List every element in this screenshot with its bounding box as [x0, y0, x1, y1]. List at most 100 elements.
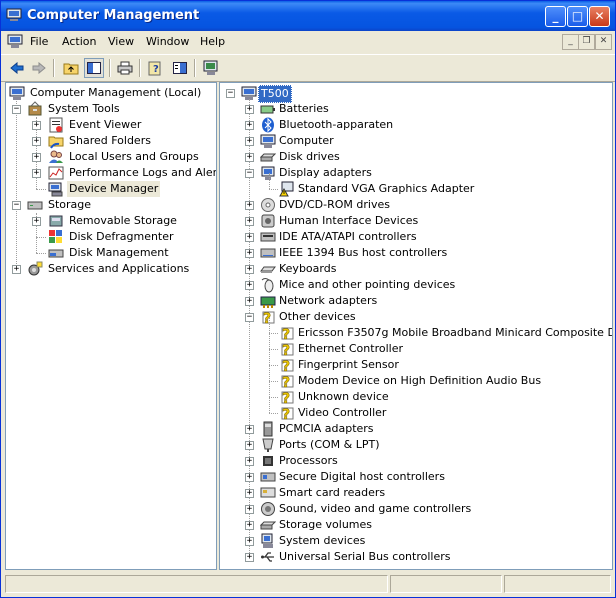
- device-category[interactable]: + Secure Digital host controllers: [220, 469, 612, 485]
- collapse-toggle[interactable]: −: [226, 89, 235, 98]
- tree-item-storage[interactable]: − Storage: [6, 197, 216, 213]
- title-bar[interactable]: Computer Management _ □ ✕: [1, 1, 615, 31]
- device-category[interactable]: + DVD/CD-ROM drives: [220, 197, 612, 213]
- expand-toggle[interactable]: +: [245, 265, 254, 274]
- help-button[interactable]: ?: [146, 58, 166, 78]
- expand-toggle[interactable]: +: [245, 153, 254, 162]
- show-hide-console-tree-button[interactable]: [84, 58, 104, 78]
- expand-toggle[interactable]: +: [245, 457, 254, 466]
- device-category[interactable]: + Processors: [220, 453, 612, 469]
- tree-item-disk-management[interactable]: Disk Management: [6, 245, 216, 261]
- expand-toggle[interactable]: +: [245, 505, 254, 514]
- expand-toggle[interactable]: +: [32, 169, 41, 178]
- tree-item-root[interactable]: Computer Management (Local): [6, 85, 216, 101]
- expand-toggle[interactable]: +: [245, 249, 254, 258]
- expand-toggle[interactable]: +: [245, 441, 254, 450]
- device-item[interactable]: ? Video Controller: [220, 397, 612, 421]
- device-category[interactable]: − Display adapters: [220, 165, 612, 181]
- maximize-button[interactable]: □: [567, 6, 588, 27]
- scan-hardware-button[interactable]: [201, 58, 221, 78]
- properties-button[interactable]: [170, 58, 190, 78]
- console-tree-pane[interactable]: Computer Management (Local) − System Too…: [5, 82, 217, 570]
- mdi-close-button[interactable]: ✕: [595, 34, 612, 50]
- menu-file[interactable]: File: [30, 35, 48, 48]
- collapse-toggle[interactable]: −: [12, 105, 21, 114]
- device-category[interactable]: + PCMCIA adapters: [220, 421, 612, 437]
- device-category[interactable]: + IEEE 1394 Bus host controllers: [220, 245, 612, 261]
- expand-toggle[interactable]: +: [245, 105, 254, 114]
- tree-item-local-users-groups[interactable]: + Local Users and Groups: [6, 149, 216, 165]
- services-icon: [28, 261, 43, 276]
- device-tree-pane[interactable]: − T500 + Batteries + Bluetooth-apparaten + Co…: [219, 82, 613, 570]
- expand-toggle[interactable]: +: [245, 521, 254, 530]
- mdi-minimize-button[interactable]: _: [562, 34, 579, 50]
- mmc-document-icon[interactable]: [7, 34, 23, 49]
- collapse-toggle[interactable]: −: [245, 169, 254, 178]
- ieee1394-icon: [260, 248, 276, 258]
- expand-toggle[interactable]: +: [32, 137, 41, 146]
- device-category[interactable]: + IDE ATA/ATAPI controllers: [220, 229, 612, 245]
- tree-item-device-manager[interactable]: Device Manager: [6, 181, 216, 197]
- device-category[interactable]: + Universal Serial Bus controllers: [220, 549, 612, 565]
- print-button[interactable]: [115, 58, 135, 78]
- expand-toggle[interactable]: +: [245, 281, 254, 290]
- expand-toggle[interactable]: +: [245, 297, 254, 306]
- forward-button[interactable]: [29, 58, 49, 78]
- device-category[interactable]: + Ports (COM & LPT): [220, 437, 612, 453]
- expand-toggle[interactable]: +: [245, 473, 254, 482]
- menu-action[interactable]: Action: [62, 35, 96, 48]
- device-item[interactable]: Standard VGA Graphics Adapter: [220, 173, 612, 197]
- device-category[interactable]: + Human Interface Devices: [220, 213, 612, 229]
- device-category[interactable]: −? Other devices: [220, 309, 612, 325]
- tree-item-performance-logs[interactable]: + Performance Logs and Alerts: [6, 165, 216, 181]
- expand-toggle[interactable]: +: [245, 553, 254, 562]
- device-category[interactable]: + Batteries: [220, 101, 612, 117]
- tree-item-services-applications[interactable]: + Services and Applications: [6, 261, 216, 277]
- device-item[interactable]: ? Unknown device: [220, 381, 612, 405]
- menu-view[interactable]: View: [108, 35, 134, 48]
- device-category[interactable]: + Mice and other pointing devices: [220, 277, 612, 293]
- expand-toggle[interactable]: +: [32, 121, 41, 130]
- device-category[interactable]: + Keyboards: [220, 261, 612, 277]
- expand-toggle[interactable]: +: [245, 489, 254, 498]
- expand-toggle[interactable]: +: [32, 217, 41, 226]
- menu-help[interactable]: Help: [200, 35, 225, 48]
- tree-item-removable-storage[interactable]: + Removable Storage: [6, 213, 216, 229]
- expand-toggle[interactable]: +: [245, 537, 254, 546]
- device-category[interactable]: + Network adapters: [220, 293, 612, 309]
- device-item[interactable]: ? Ethernet Controller: [220, 333, 612, 357]
- collapse-toggle[interactable]: −: [12, 201, 21, 210]
- tree-item-event-viewer[interactable]: + Event Viewer: [6, 117, 216, 133]
- expand-toggle[interactable]: +: [245, 233, 254, 242]
- menu-window[interactable]: Window: [146, 35, 189, 48]
- device-tree-root[interactable]: − T500: [220, 85, 612, 103]
- device-category[interactable]: + System devices: [220, 533, 612, 549]
- close-button[interactable]: ✕: [589, 6, 610, 27]
- expand-toggle[interactable]: +: [245, 137, 254, 146]
- svg-text:?: ?: [282, 327, 290, 341]
- collapse-toggle[interactable]: −: [245, 313, 254, 322]
- device-category[interactable]: + Sound, video and game controllers: [220, 501, 612, 517]
- expand-toggle[interactable]: +: [245, 425, 254, 434]
- device-category[interactable]: + Bluetooth-apparaten: [220, 117, 612, 133]
- device-category[interactable]: + Computer: [220, 133, 612, 149]
- device-item[interactable]: ? Ericsson F3507g Mobile Broadband Minica…: [220, 317, 612, 341]
- tree-item-system-tools[interactable]: − System Tools: [6, 101, 216, 117]
- expand-toggle[interactable]: +: [245, 201, 254, 210]
- up-one-level-button[interactable]: [61, 58, 81, 78]
- device-category[interactable]: + Smart card readers: [220, 485, 612, 501]
- device-category[interactable]: + Storage volumes: [220, 517, 612, 533]
- expand-toggle[interactable]: +: [245, 217, 254, 226]
- tree-connector: [36, 237, 46, 238]
- tree-item-shared-folders[interactable]: + Shared Folders: [6, 133, 216, 149]
- device-item[interactable]: ? Fingerprint Sensor: [220, 349, 612, 373]
- device-item[interactable]: ? Modem Device on High Definition Audio B…: [220, 365, 612, 389]
- tree-item-disk-defragmenter[interactable]: Disk Defragmenter: [6, 229, 216, 245]
- expand-toggle[interactable]: +: [245, 121, 254, 130]
- back-button[interactable]: [7, 58, 27, 78]
- device-category[interactable]: + Disk drives: [220, 149, 612, 165]
- expand-toggle[interactable]: +: [32, 153, 41, 162]
- expand-toggle[interactable]: +: [12, 265, 21, 274]
- mdi-restore-button[interactable]: ❐: [578, 34, 595, 50]
- minimize-button[interactable]: _: [545, 6, 566, 27]
